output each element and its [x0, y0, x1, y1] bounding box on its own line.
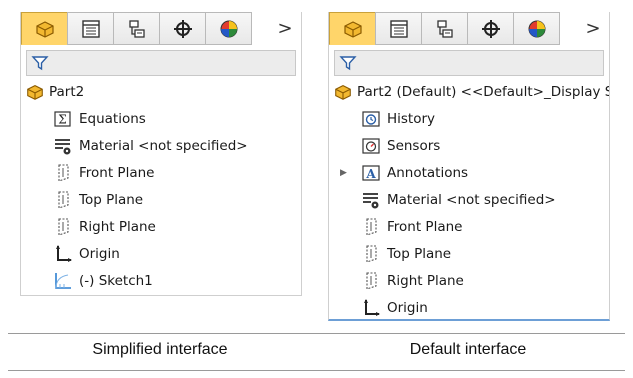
expand-arrow-icon[interactable]: ▶: [340, 168, 350, 178]
tree-item-equations[interactable]: Σ Equations: [21, 105, 301, 132]
sensors-icon: [361, 136, 381, 156]
tree-item-label: Annotations: [387, 164, 469, 181]
tab-display-manager[interactable]: [513, 12, 560, 45]
part-icon: [35, 20, 54, 38]
tree-root-part[interactable]: Part2: [21, 78, 301, 105]
caption-divider-top: [8, 333, 625, 334]
tree-item-label: (-) Sketch1: [79, 272, 153, 289]
tree-item-origin[interactable]: Origin: [329, 294, 609, 319]
plane-icon: [361, 271, 381, 291]
tree-item-right-plane[interactable]: Right Plane: [329, 267, 609, 294]
caption-simplified: Simplified interface: [92, 341, 228, 358]
tab-property-manager[interactable]: [375, 12, 422, 45]
tree-item-material[interactable]: Material <not specified>: [21, 132, 301, 159]
plane-icon: [361, 244, 381, 264]
part-icon: [333, 82, 353, 102]
tab-dimxpert-manager[interactable]: [159, 12, 206, 45]
tree-item-origin[interactable]: Origin: [21, 240, 301, 267]
more-tabs-button[interactable]: >: [577, 12, 609, 45]
part-icon: [25, 82, 45, 102]
tree-item-label: Top Plane: [387, 245, 452, 262]
tab-configuration-manager[interactable]: [113, 12, 160, 45]
svg-text:Σ: Σ: [58, 112, 66, 126]
caption-default: Default interface: [409, 341, 527, 358]
feature-manager-panel-default: > Part2 (Default) <<Default>_Display Sta…: [328, 12, 610, 321]
tree-item-front-plane[interactable]: Front Plane: [329, 213, 609, 240]
svg-text:A: A: [365, 167, 376, 181]
tree-item-label: Origin: [387, 299, 428, 316]
tree-item-sketch[interactable]: (-) Sketch1: [21, 267, 301, 294]
plane-icon: [53, 190, 73, 210]
tab-configuration-manager[interactable]: [421, 12, 468, 45]
plane-icon: [53, 217, 73, 237]
part-icon: [343, 20, 362, 38]
tree-item-label: Front Plane: [79, 164, 155, 181]
plane-icon: [53, 163, 73, 183]
sketch-icon: [53, 271, 73, 291]
tab-feature-manager[interactable]: [329, 12, 376, 45]
filter-icon[interactable]: [339, 54, 357, 72]
property-manager-icon: [389, 19, 408, 38]
tree-item-label: Equations: [79, 110, 146, 127]
tree-item-annotations[interactable]: ▶ A Annotations: [329, 159, 609, 186]
origin-icon: [361, 298, 381, 318]
panel-tab-bar: >: [329, 12, 609, 45]
tree-item-label: Front Plane: [387, 218, 463, 235]
tree-root-label: Part2 (Default) <<Default>_Display Sta: [357, 83, 610, 100]
configuration-manager-icon: [128, 19, 145, 38]
tree-item-top-plane[interactable]: Top Plane: [329, 240, 609, 267]
tree-item-history[interactable]: History: [329, 105, 609, 132]
panel-tab-bar: >: [21, 12, 301, 45]
plane-icon: [361, 217, 381, 237]
tab-property-manager[interactable]: [67, 12, 114, 45]
filter-bar[interactable]: [26, 50, 296, 76]
tree-root-part[interactable]: Part2 (Default) <<Default>_Display Sta: [329, 78, 609, 105]
display-manager-icon: [220, 20, 237, 37]
tree-item-label: Right Plane: [79, 218, 156, 235]
tree-item-label: Material <not specified>: [79, 137, 248, 154]
tab-display-manager[interactable]: [205, 12, 252, 45]
more-tabs-button[interactable]: >: [269, 12, 301, 45]
history-icon: [361, 109, 381, 129]
material-icon: [53, 136, 73, 156]
tree-item-front-plane[interactable]: Front Plane: [21, 159, 301, 186]
tree-item-right-plane[interactable]: Right Plane: [21, 213, 301, 240]
tab-dimxpert-manager[interactable]: [467, 12, 514, 45]
caption-divider-bottom: [8, 370, 625, 371]
property-manager-icon: [81, 19, 100, 38]
filter-bar[interactable]: [334, 50, 604, 76]
tree-item-label: Top Plane: [79, 191, 144, 208]
tree-item-label: Right Plane: [387, 272, 464, 289]
feature-manager-panel-simplified: > Part2 Σ Equations Material <not specif…: [20, 12, 302, 296]
annotations-icon: A: [361, 163, 381, 183]
tree-item-label: Sensors: [387, 137, 441, 154]
tree-root-label: Part2: [49, 83, 85, 100]
tree-item-label: Origin: [79, 245, 120, 262]
equations-icon: Σ: [53, 109, 73, 129]
tree-item-material[interactable]: Material <not specified>: [329, 186, 609, 213]
display-manager-icon: [528, 20, 545, 37]
tree-item-label: Material <not specified>: [387, 191, 556, 208]
tree-item-label: History: [387, 110, 436, 127]
origin-icon: [53, 244, 73, 264]
tree-item-top-plane[interactable]: Top Plane: [21, 186, 301, 213]
configuration-manager-icon: [436, 19, 453, 38]
material-icon: [361, 190, 381, 210]
filter-icon[interactable]: [31, 54, 49, 72]
dimxpert-icon: [173, 19, 192, 38]
tree-item-sensors[interactable]: Sensors: [329, 132, 609, 159]
tab-feature-manager[interactable]: [21, 12, 68, 45]
dimxpert-icon: [481, 19, 500, 38]
